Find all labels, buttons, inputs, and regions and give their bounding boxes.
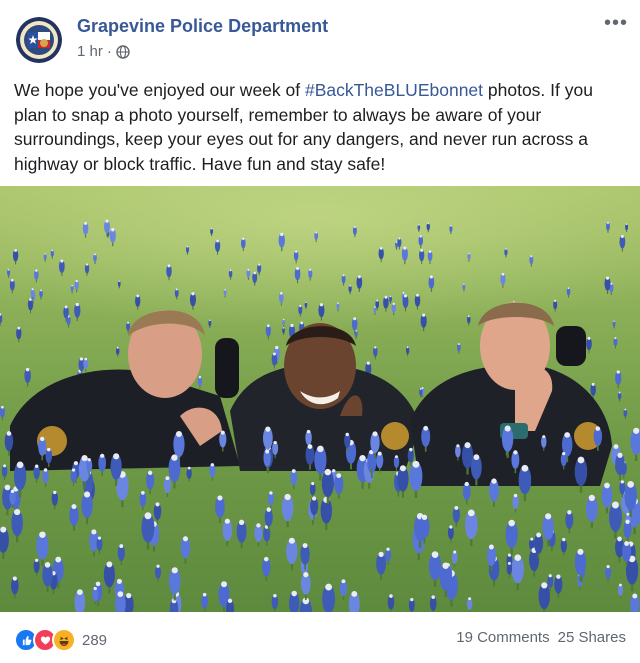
haha-icon: [52, 628, 76, 652]
shares-link[interactable]: 25 Shares: [558, 629, 626, 646]
globe-icon: [116, 44, 130, 59]
page-name-link[interactable]: Grapevine Police Department: [77, 16, 328, 37]
post-photo[interactable]: [0, 186, 640, 612]
reaction-count: 289: [82, 631, 108, 649]
comments-link[interactable]: 19 Comments: [456, 629, 549, 646]
post-meta: 1 hr ·: [77, 43, 130, 60]
post-text: We hope you've enjoyed our week of #Back…: [14, 78, 626, 176]
meta-separator: ·: [106, 43, 112, 60]
reactions-summary[interactable]: 289: [14, 628, 107, 652]
post-text-start: We hope you've enjoyed our week of: [14, 80, 305, 100]
hashtag-link[interactable]: #BackTheBLUEbonnet: [305, 80, 483, 100]
engagement-counts: 19 Comments 25 Shares: [456, 629, 626, 646]
police-badge-icon: [16, 17, 62, 63]
more-options-button[interactable]: •••: [604, 12, 628, 35]
post-footer: 289 19 Comments 25 Shares: [0, 612, 640, 663]
timestamp[interactable]: 1 hr: [77, 43, 103, 60]
ellipsis-icon: •••: [603, 12, 628, 34]
page-avatar[interactable]: [16, 17, 62, 63]
post-header: Grapevine Police Department 1 hr · •••: [0, 0, 640, 70]
